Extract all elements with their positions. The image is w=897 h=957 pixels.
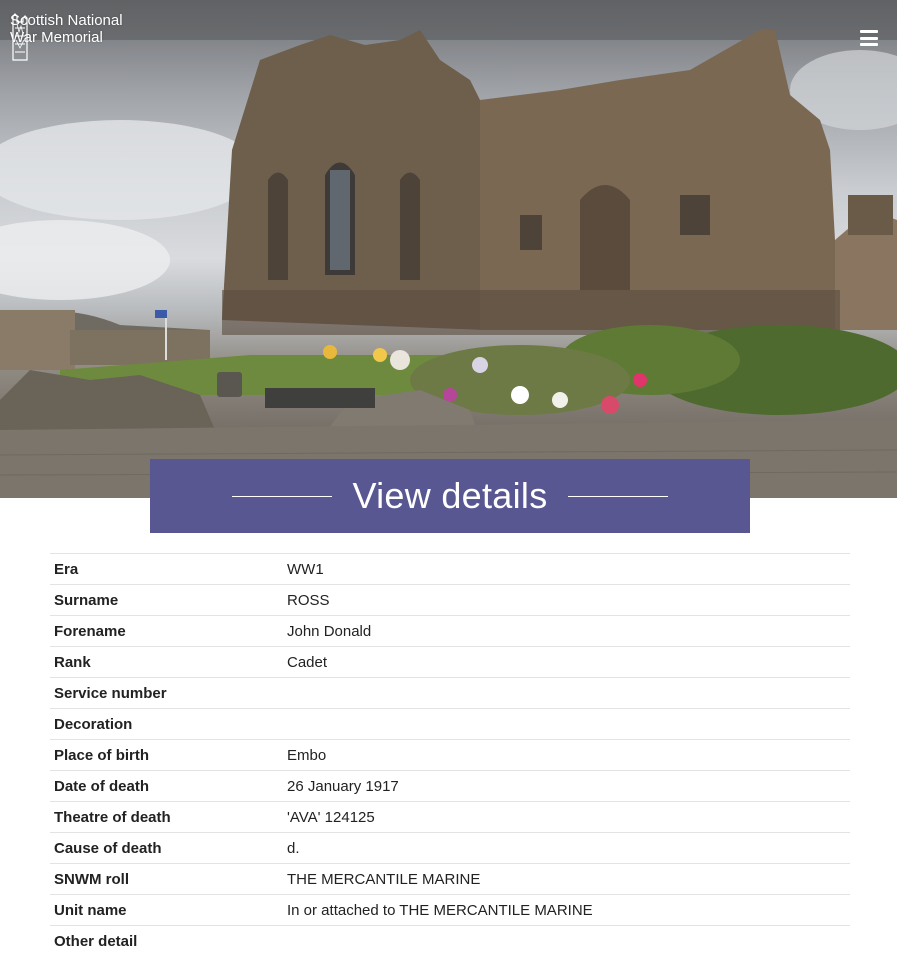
details-row: Date of death 26 January 1917 (50, 770, 850, 802)
details-label: Unit name (54, 901, 127, 919)
details-row: Era WW1 (50, 553, 850, 585)
details-table: Era WW1 Surname ROSS Forename John Donald Rank… (50, 553, 850, 957)
banner-line-left (232, 495, 333, 497)
details-value: 26 January 1917 (287, 777, 399, 795)
details-label: Cause of death (54, 839, 162, 857)
details-row: Decoration (50, 708, 850, 740)
menu-bar (860, 30, 878, 33)
memorial-crest-icon (12, 13, 28, 61)
details-value: d. (287, 839, 300, 857)
details-label: Forename (54, 622, 126, 640)
details-label: SNWM roll (54, 870, 129, 888)
details-label: Theatre of death (54, 808, 171, 826)
details-row: Unit name In or attached to THE MERCANTIL… (50, 894, 850, 926)
site-logo[interactable]: Scottish National War Memorial (10, 12, 123, 61)
details-value (283, 926, 850, 957)
details-value: 'AVA' 124125 (287, 808, 375, 826)
details-row: Rank Cadet (50, 646, 850, 678)
details-row: Service number (50, 677, 850, 709)
details-label: Decoration (54, 715, 133, 733)
details-label: Era (54, 560, 79, 578)
view-details-banner: View details (150, 459, 750, 533)
details-label: Date of death (54, 777, 150, 795)
details-value: In or attached to THE MERCANTILE MARINE (287, 901, 593, 919)
menu-bar (860, 43, 878, 46)
details-value: ROSS (287, 591, 330, 609)
details-value: WW1 (287, 560, 324, 578)
page-title: View details (352, 475, 548, 516)
memorial-building-photo (0, 0, 897, 498)
details-value (283, 678, 850, 709)
details-row: Cause of death d. (50, 832, 850, 864)
menu-bar (860, 36, 878, 40)
details-row: SNWM roll THE MERCANTILE MARINE (50, 863, 850, 895)
hamburger-menu-icon[interactable] (860, 30, 878, 46)
details-row: Forename John Donald (50, 615, 850, 647)
details-value: John Donald (287, 622, 372, 640)
details-row: Other detail (50, 925, 850, 957)
details-label: Other detail (54, 932, 138, 950)
details-value: THE MERCANTILE MARINE (287, 870, 481, 888)
details-value: Embo (287, 746, 327, 764)
hero-image: Scottish National War Memorial (0, 0, 897, 498)
details-row: Surname ROSS (50, 584, 850, 616)
banner-line-right (567, 495, 668, 497)
details-label: Surname (54, 591, 119, 609)
details-label: Rank (54, 653, 91, 671)
details-row: Place of birth Embo (50, 739, 850, 771)
details-value (283, 709, 850, 740)
details-row: Theatre of death 'AVA' 124125 (50, 801, 850, 833)
details-label: Service number (54, 684, 167, 702)
details-label: Place of birth (54, 746, 150, 764)
details-value: Cadet (287, 653, 328, 671)
